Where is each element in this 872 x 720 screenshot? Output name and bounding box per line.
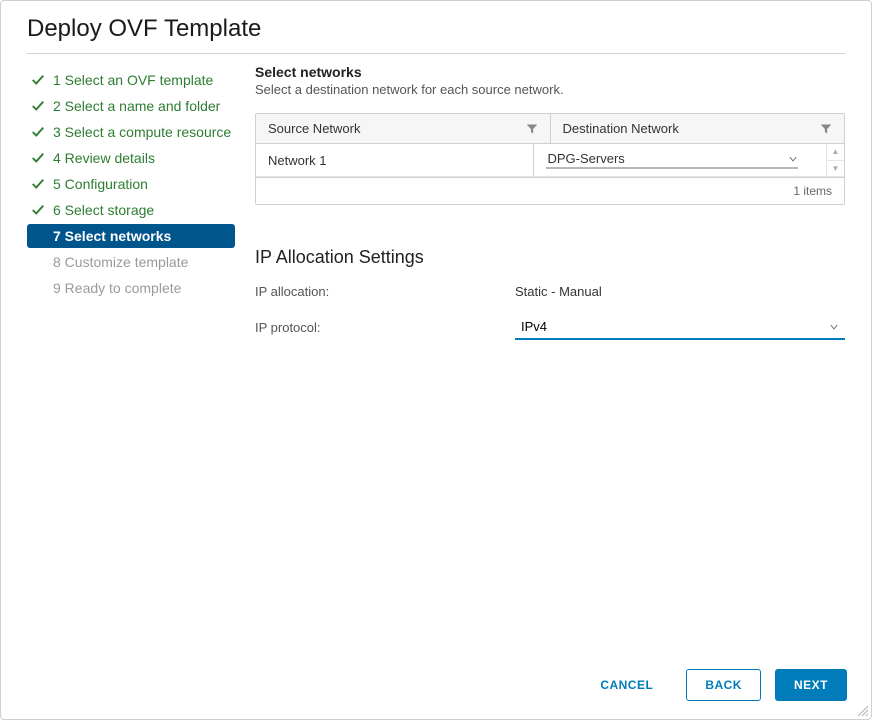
source-network-value: Network 1	[268, 153, 327, 168]
table-header: Source Network Destination Network	[256, 114, 844, 144]
cancel-button[interactable]: CANCEL	[581, 669, 672, 701]
col-source-network[interactable]: Source Network	[256, 114, 551, 143]
check-icon	[31, 177, 45, 191]
col-label: Source Network	[268, 121, 360, 136]
step-select-networks[interactable]: 7 Select networks	[27, 224, 235, 248]
main-panel: Select networks Select a destination net…	[235, 64, 845, 655]
check-icon	[31, 203, 45, 217]
source-network-cell: Network 1	[256, 144, 534, 176]
next-button[interactable]: NEXT	[775, 669, 847, 701]
col-destination-network[interactable]: Destination Network	[551, 114, 845, 143]
row-scroll-arrows: ▲ ▼	[826, 144, 844, 176]
filter-icon[interactable]	[526, 123, 538, 135]
ip-protocol-label: IP protocol:	[255, 320, 515, 335]
ip-protocol-row: IP protocol: IPv4	[255, 315, 845, 340]
destination-network-select[interactable]: DPG-Servers	[546, 151, 799, 169]
check-icon	[31, 125, 45, 139]
step-customize-template: 8 Customize template	[27, 250, 235, 274]
ip-allocation-label: IP allocation:	[255, 284, 515, 299]
dialog-title: Deploy OVF Template	[1, 1, 871, 53]
section-desc: Select a destination network for each so…	[255, 82, 845, 97]
resize-handle-icon[interactable]	[856, 704, 868, 716]
step-configuration[interactable]: 5 Configuration	[27, 172, 235, 196]
step-name-folder[interactable]: 2 Select a name and folder	[27, 94, 235, 118]
check-icon	[31, 73, 45, 87]
check-icon	[31, 99, 45, 113]
chevron-down-icon	[788, 154, 798, 164]
table-row: Network 1 DPG-Servers ▲ ▼	[256, 144, 844, 177]
network-table: Source Network Destination Network	[255, 113, 845, 205]
back-button[interactable]: BACK	[686, 669, 761, 701]
step-select-ovf[interactable]: 1 Select an OVF template	[27, 68, 235, 92]
chevron-down-icon	[829, 322, 839, 332]
deploy-ovf-dialog: Deploy OVF Template 1 Select an OVF temp…	[0, 0, 872, 720]
destination-network-cell: DPG-Servers	[534, 144, 827, 176]
ip-settings-heading: IP Allocation Settings	[255, 247, 845, 268]
scroll-down-arrow[interactable]: ▼	[827, 161, 844, 177]
wizard-steps: 1 Select an OVF template 2 Select a name…	[27, 64, 235, 655]
step-label: 5 Configuration	[53, 176, 148, 192]
step-label: 1 Select an OVF template	[53, 72, 213, 88]
step-compute-resource[interactable]: 3 Select a compute resource	[27, 120, 235, 144]
step-label: 8 Customize template	[53, 254, 188, 270]
step-label: 4 Review details	[53, 150, 155, 166]
step-label: 9 Ready to complete	[53, 280, 181, 296]
ip-allocation-value: Static - Manual	[515, 284, 845, 299]
step-label: 3 Select a compute resource	[53, 124, 231, 140]
section-title: Select networks	[255, 64, 845, 80]
check-icon	[31, 151, 45, 165]
filter-icon[interactable]	[820, 123, 832, 135]
step-ready-complete: 9 Ready to complete	[27, 276, 235, 300]
destination-value: DPG-Servers	[546, 151, 789, 166]
col-label: Destination Network	[563, 121, 679, 136]
step-select-storage[interactable]: 6 Select storage	[27, 198, 235, 222]
table-footer: 1 items	[256, 177, 844, 204]
step-label: 6 Select storage	[53, 202, 154, 218]
step-label: 7 Select networks	[53, 228, 171, 244]
dialog-footer: CANCEL BACK NEXT	[1, 655, 871, 719]
ip-protocol-select[interactable]: IPv4	[515, 315, 845, 340]
ip-protocol-value: IPv4	[521, 319, 829, 334]
ip-allocation-row: IP allocation: Static - Manual	[255, 284, 845, 299]
dialog-body: 1 Select an OVF template 2 Select a name…	[1, 54, 871, 655]
scroll-up-arrow[interactable]: ▲	[827, 144, 844, 161]
step-label: 2 Select a name and folder	[53, 98, 220, 114]
step-review-details[interactable]: 4 Review details	[27, 146, 235, 170]
